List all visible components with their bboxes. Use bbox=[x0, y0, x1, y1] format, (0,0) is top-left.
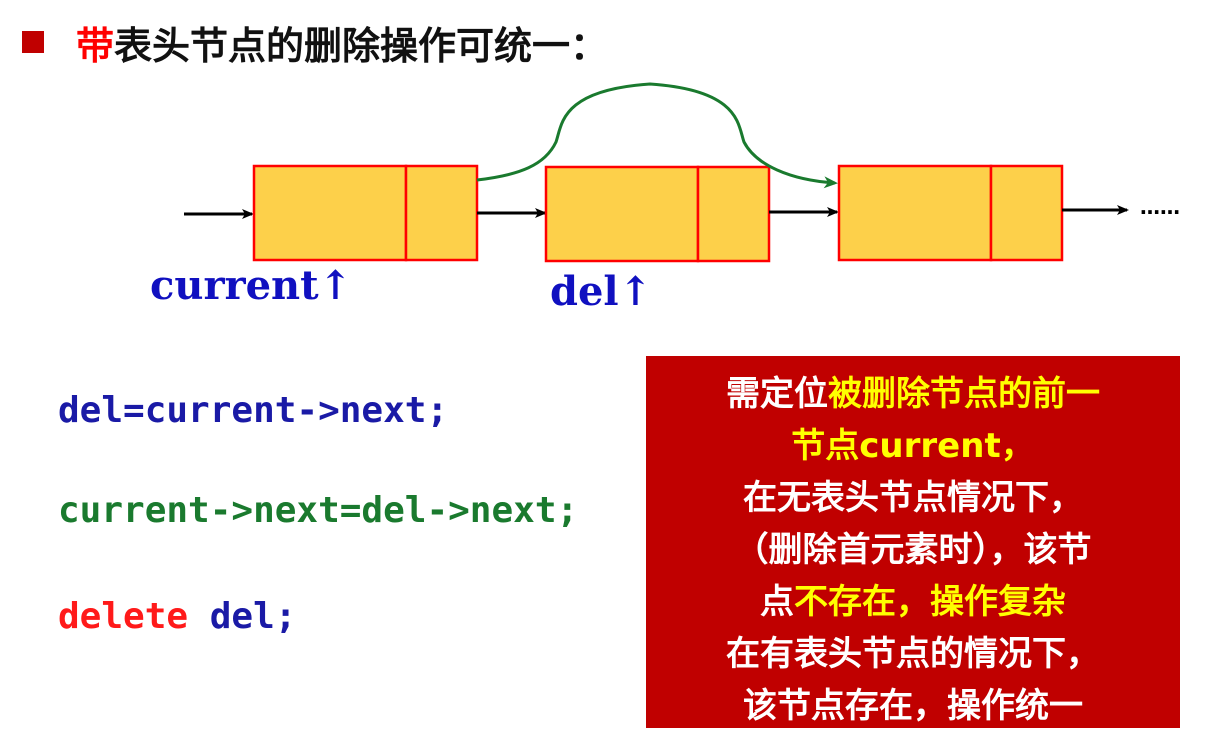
up-arrow-icon: ↑ bbox=[318, 262, 353, 309]
code-line-3: delete del; bbox=[58, 596, 296, 637]
note-text: 需定位 bbox=[726, 374, 828, 414]
explanation-box: 需定位被删除节点的前一 节点current， 在无表头节点情况下， （删除首元素… bbox=[646, 356, 1180, 728]
note-line-3: 在无表头节点情况下， bbox=[743, 478, 1083, 518]
code-delete-arg: del; bbox=[188, 596, 297, 637]
node-del bbox=[544, 165, 771, 263]
note-highlight: 节点 bbox=[791, 426, 860, 466]
current-pointer-label: current↑ bbox=[150, 262, 352, 309]
del-pointer-label: del↑ bbox=[550, 268, 652, 315]
note-line-2: 节点current， bbox=[646, 420, 1180, 472]
node-del-data bbox=[544, 165, 700, 263]
note-line-1: 需定位被删除节点的前一 bbox=[646, 368, 1180, 420]
note-highlight: current， bbox=[859, 426, 1035, 466]
node-del-next bbox=[696, 165, 771, 263]
node-next-data bbox=[837, 164, 993, 262]
code-line-1: del=current->next; bbox=[58, 390, 449, 431]
del-label-text: del bbox=[550, 268, 619, 315]
node-next bbox=[837, 164, 1064, 262]
note-highlight: 被删除节点的前一 bbox=[828, 374, 1100, 414]
code-line-2: current->next=del->next; bbox=[58, 490, 579, 531]
ellipsis-text: …… bbox=[1140, 195, 1180, 219]
current-label-text: current bbox=[150, 262, 319, 309]
node-current-data bbox=[252, 164, 408, 262]
note-text: 点 bbox=[760, 582, 794, 622]
note-line-7: 该节点存在，操作统一 bbox=[743, 686, 1083, 726]
note-line-4: （删除首元素时），该节 bbox=[734, 530, 1092, 570]
node-next-next bbox=[989, 164, 1064, 262]
up-arrow-icon: ↑ bbox=[618, 268, 653, 315]
note-line-5: 点不存在，操作复杂 bbox=[646, 576, 1180, 628]
node-current-next bbox=[404, 164, 479, 262]
note-highlight: 不存在，操作复杂 bbox=[794, 582, 1066, 622]
note-line-6: 在有表头节点的情况下， bbox=[726, 634, 1100, 674]
code-keyword-delete: delete bbox=[58, 596, 189, 637]
node-current bbox=[252, 164, 479, 262]
